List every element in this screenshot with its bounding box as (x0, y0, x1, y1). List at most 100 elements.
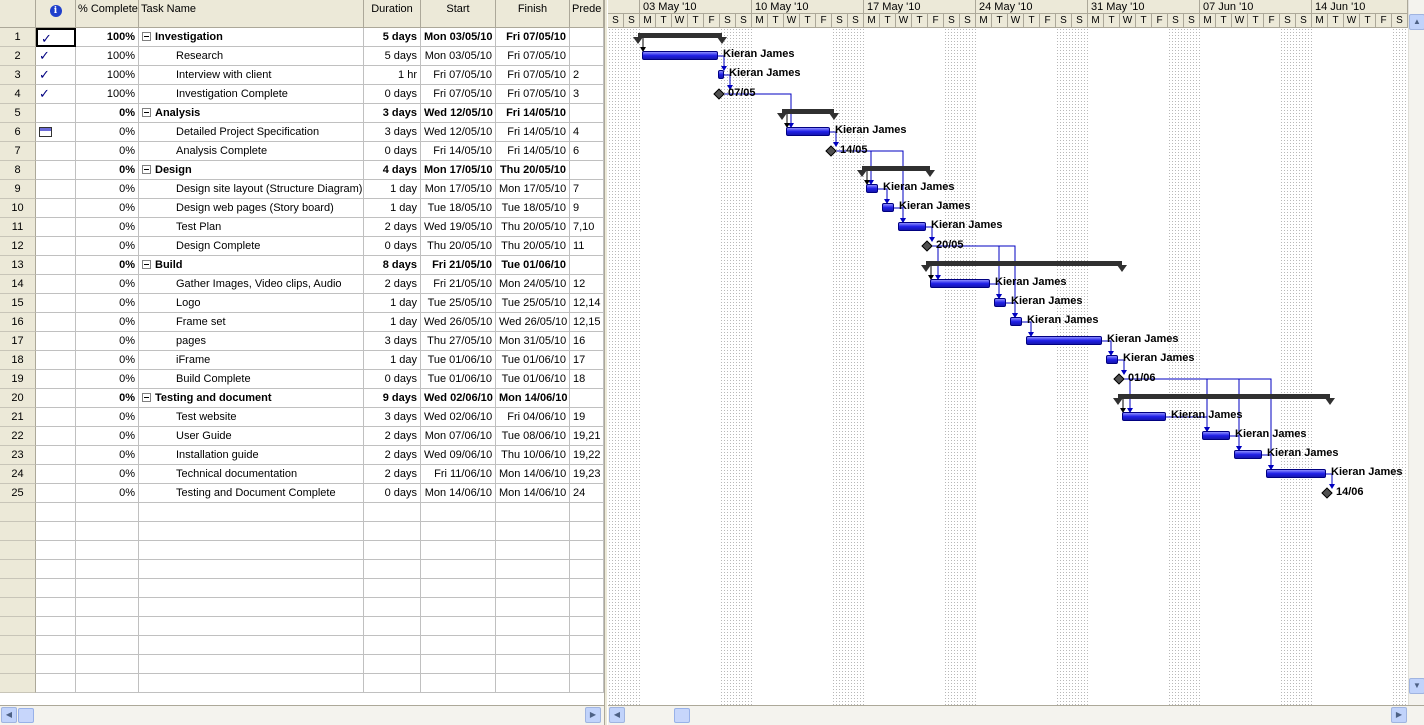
predecessors-cell[interactable] (570, 598, 604, 617)
collapse-icon[interactable] (142, 393, 151, 402)
percent-complete-cell[interactable] (76, 522, 139, 541)
predecessors-cell[interactable] (570, 256, 604, 275)
predecessors-cell[interactable]: 2 (570, 66, 604, 85)
row-header[interactable]: 14 (0, 275, 36, 294)
row-header[interactable]: 18 (0, 351, 36, 370)
indicators-header[interactable]: i (36, 0, 76, 28)
task-bar[interactable] (866, 184, 878, 193)
percent-complete-cell[interactable]: 0% (76, 484, 139, 503)
percent-complete-cell[interactable] (76, 636, 139, 655)
percent-complete-cell[interactable]: 100% (76, 85, 139, 104)
percent-complete-cell[interactable]: 0% (76, 294, 139, 313)
indicator-cell[interactable] (36, 389, 76, 408)
indicator-cell[interactable] (36, 275, 76, 294)
indicator-cell[interactable]: ✓ (36, 85, 76, 104)
start-cell[interactable] (421, 598, 496, 617)
start-cell[interactable]: Fri 21/05/10 (421, 256, 496, 275)
row-header[interactable] (0, 541, 36, 560)
duration-cell[interactable]: 1 day (364, 351, 421, 370)
start-cell[interactable]: Fri 14/05/10 (421, 142, 496, 161)
collapse-icon[interactable] (142, 32, 151, 41)
row-header[interactable]: 5 (0, 104, 36, 123)
finish-cell[interactable]: Fri 14/05/10 (496, 123, 570, 142)
indicator-cell[interactable] (36, 598, 76, 617)
task-name-cell[interactable]: Build Complete (139, 370, 364, 389)
predecessors-cell[interactable] (570, 617, 604, 636)
duration-cell[interactable] (364, 541, 421, 560)
duration-cell[interactable]: 1 day (364, 294, 421, 313)
percent-complete-cell[interactable] (76, 598, 139, 617)
finish-cell[interactable]: Wed 26/05/10 (496, 313, 570, 332)
finish-cell[interactable]: Thu 10/06/10 (496, 446, 570, 465)
percent-complete-cell[interactable]: 0% (76, 275, 139, 294)
percent-complete-header[interactable]: % Complete (76, 0, 139, 28)
task-name-cell[interactable]: Design (139, 161, 364, 180)
duration-cell[interactable]: 1 day (364, 180, 421, 199)
start-cell[interactable]: Fri 07/05/10 (421, 85, 496, 104)
indicator-cell[interactable] (36, 142, 76, 161)
indicator-cell[interactable] (36, 465, 76, 484)
row-header[interactable] (0, 560, 36, 579)
predecessors-cell[interactable]: 7 (570, 180, 604, 199)
task-name-cell[interactable]: Test website (139, 408, 364, 427)
indicator-cell[interactable]: ✓ (36, 28, 76, 47)
predecessors-cell[interactable]: 18 (570, 370, 604, 389)
chevron-left-icon[interactable]: ◀ (609, 707, 625, 723)
finish-cell[interactable] (496, 541, 570, 560)
percent-complete-cell[interactable]: 0% (76, 218, 139, 237)
percent-complete-cell[interactable]: 0% (76, 389, 139, 408)
task-name-cell[interactable] (139, 617, 364, 636)
predecessors-cell[interactable]: 12,15 (570, 313, 604, 332)
start-cell[interactable]: Mon 07/06/10 (421, 427, 496, 446)
duration-cell[interactable]: 3 days (364, 332, 421, 351)
percent-complete-cell[interactable]: 0% (76, 332, 139, 351)
duration-cell[interactable]: 8 days (364, 256, 421, 275)
gantt-scroll-thumb[interactable] (674, 708, 690, 723)
predecessors-cell[interactable]: 17 (570, 351, 604, 370)
collapse-icon[interactable] (142, 260, 151, 269)
task-name-cell[interactable]: Analysis Complete (139, 142, 364, 161)
finish-cell[interactable]: Fri 14/05/10 (496, 104, 570, 123)
start-cell[interactable] (421, 636, 496, 655)
summary-bar[interactable] (862, 166, 930, 171)
task-bar[interactable] (642, 51, 718, 60)
predecessors-cell[interactable]: 6 (570, 142, 604, 161)
indicator-cell[interactable] (36, 636, 76, 655)
finish-cell[interactable]: Fri 14/05/10 (496, 142, 570, 161)
finish-cell[interactable] (496, 655, 570, 674)
task-name-cell[interactable]: Design web pages (Story board) (139, 199, 364, 218)
indicator-cell[interactable] (36, 351, 76, 370)
finish-cell[interactable]: Fri 07/05/10 (496, 28, 570, 47)
summary-bar[interactable] (1118, 394, 1330, 399)
indicator-cell[interactable] (36, 123, 76, 142)
start-cell[interactable] (421, 674, 496, 693)
indicator-cell[interactable] (36, 180, 76, 199)
row-header[interactable]: 4 (0, 85, 36, 104)
row-header[interactable] (0, 617, 36, 636)
start-cell[interactable]: Mon 03/05/10 (421, 47, 496, 66)
row-header[interactable]: 22 (0, 427, 36, 446)
indicator-cell[interactable] (36, 617, 76, 636)
predecessors-cell[interactable]: 3 (570, 85, 604, 104)
duration-cell[interactable] (364, 655, 421, 674)
finish-cell[interactable]: Thu 20/05/10 (496, 237, 570, 256)
finish-cell[interactable] (496, 674, 570, 693)
task-bar[interactable] (1106, 355, 1118, 364)
percent-complete-cell[interactable]: 0% (76, 180, 139, 199)
summary-bar[interactable] (782, 109, 834, 114)
indicator-cell[interactable] (36, 237, 76, 256)
finish-cell[interactable] (496, 503, 570, 522)
task-name-header[interactable]: Task Name (139, 0, 364, 28)
start-cell[interactable]: Mon 03/05/10 (421, 28, 496, 47)
task-name-cell[interactable]: Technical documentation (139, 465, 364, 484)
finish-cell[interactable]: Tue 08/06/10 (496, 427, 570, 446)
finish-cell[interactable]: Fri 07/05/10 (496, 47, 570, 66)
indicator-cell[interactable] (36, 674, 76, 693)
finish-cell[interactable]: Mon 31/05/10 (496, 332, 570, 351)
finish-cell[interactable] (496, 617, 570, 636)
task-bar[interactable] (1234, 450, 1262, 459)
percent-complete-cell[interactable]: 0% (76, 256, 139, 275)
task-bar[interactable] (898, 222, 926, 231)
task-name-cell[interactable]: Design Complete (139, 237, 364, 256)
start-cell[interactable]: Mon 17/05/10 (421, 161, 496, 180)
